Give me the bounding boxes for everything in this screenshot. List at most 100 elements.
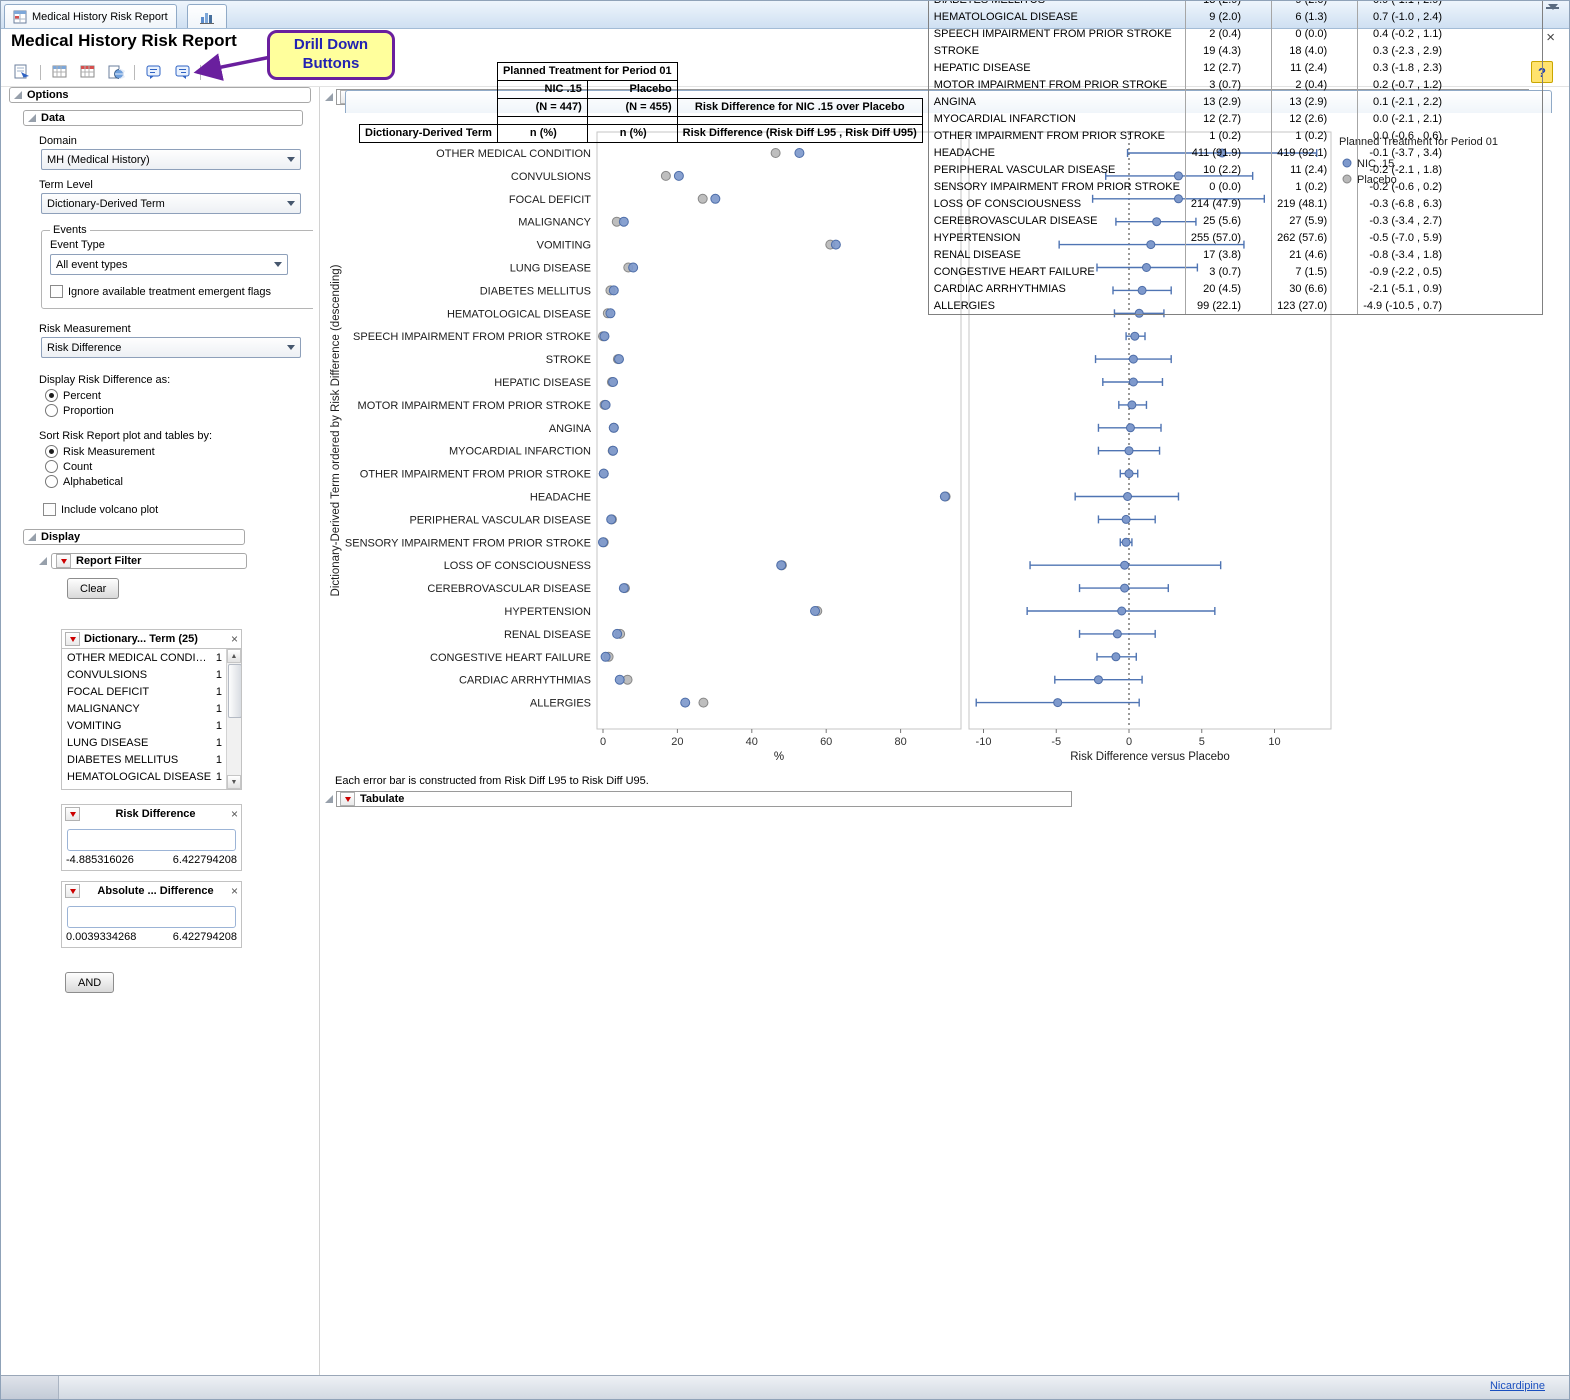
collapse-triangle-icon[interactable] [325,93,333,101]
nic-point[interactable] [795,149,804,158]
nic-point[interactable] [619,584,628,593]
nic-point[interactable] [615,675,624,684]
table-row[interactable]: HEMATOLOGICAL DISEASE9 (2.0)6 (1.3)0.7 (… [928,8,1542,25]
risk-diff-point[interactable] [1126,424,1134,432]
nic-point[interactable] [613,629,622,638]
radio-count[interactable]: Count [45,459,313,474]
event-type-select[interactable]: All event types [50,254,288,275]
table-row[interactable]: DIABETES MELLITUS13 (2.9)9 (2.0)0.9 (-1.… [928,0,1542,8]
nic-point[interactable] [811,607,820,616]
filter-list-item[interactable]: VOMITING1 [62,717,226,734]
volcano-checkbox-row[interactable]: Include volcano plot [43,502,313,517]
collapse-triangle-icon[interactable] [39,557,47,565]
checkbox-icon[interactable] [43,503,56,516]
risk-measurement-select[interactable]: Risk Difference [41,337,301,358]
filter-list-item[interactable]: DIABETES MELLITUS1 [62,751,226,768]
nic-point[interactable] [606,309,615,318]
filter-list-item[interactable]: MALIGNANCY1 [62,700,226,717]
collapse-triangle-icon[interactable] [325,795,333,803]
red-triangle-menu-icon[interactable] [56,554,71,568]
table-row[interactable]: RENAL DISEASE17 (3.8)21 (4.6)-0.8 (-3.4 … [928,246,1542,263]
table-row[interactable]: HEPATIC DISEASE12 (2.7)11 (2.4)0.3 (-1.8… [928,59,1542,76]
tab-medical-history-risk-report[interactable]: Medical History Risk Report [4,4,177,28]
collapse-triangle-icon[interactable] [14,91,22,99]
table-row[interactable]: ALLERGIES99 (22.1)123 (27.0)-4.9 (-10.5 … [928,297,1542,315]
risk-diff-point[interactable] [1121,584,1129,592]
placebo-point[interactable] [661,171,670,180]
nic-point[interactable] [629,263,638,272]
nic-point[interactable] [609,446,618,455]
summary-table-button[interactable] [75,60,100,84]
table-row[interactable]: HEADACHE411 (91.9)419 (92.1)-0.1 (-3.7 ,… [928,144,1542,161]
nic-point[interactable] [940,492,949,501]
and-button[interactable]: AND [65,972,114,993]
nic-point[interactable] [607,515,616,524]
red-triangle-menu-icon[interactable] [340,792,355,806]
nic-point[interactable] [674,171,683,180]
risk-diff-point[interactable] [1122,515,1130,523]
nic-point[interactable] [777,561,786,570]
table-row[interactable]: SENSORY IMPAIRMENT FROM PRIOR STROKE0 (0… [928,178,1542,195]
new-report-button[interactable] [9,60,34,84]
table-row[interactable]: CARDIAC ARRHYTHMIAS20 (4.5)30 (6.6)-2.1 … [928,280,1542,297]
nic-point[interactable] [601,652,610,661]
ignore-flags-checkbox-row[interactable]: Ignore available treatment emergent flag… [50,284,308,299]
table-row[interactable]: STROKE19 (4.3)18 (4.0)0.3 (-2.3 , 2.9) [928,42,1542,59]
table-row[interactable]: SPEECH IMPAIRMENT FROM PRIOR STROKE2 (0.… [928,25,1542,42]
nic-point[interactable] [711,194,720,203]
journal-button[interactable] [103,60,128,84]
risk-diff-point[interactable] [1122,538,1130,546]
nic-point[interactable] [600,332,609,341]
table-row[interactable]: OTHER IMPAIRMENT FROM PRIOR STROKE1 (0.2… [928,127,1542,144]
red-triangle-menu-icon[interactable] [65,884,80,898]
range-slider[interactable] [67,906,236,928]
range-slider[interactable] [67,829,236,851]
nic-point[interactable] [609,423,618,432]
radio-icon[interactable] [45,460,58,473]
risk-diff-point[interactable] [1094,676,1102,684]
risk-diff-point[interactable] [1129,378,1137,386]
risk-diff-point[interactable] [1112,653,1120,661]
checkbox-icon[interactable] [50,285,63,298]
comment-back-button[interactable] [141,60,166,84]
risk-diff-point[interactable] [1125,470,1133,478]
clear-button[interactable]: Clear [67,578,119,599]
radio-icon[interactable] [45,404,58,417]
radio-icon[interactable] [45,475,58,488]
close-filter-icon[interactable]: × [231,809,238,819]
nic-point[interactable] [601,400,610,409]
filter-list-item[interactable]: FOCAL DEFICIT1 [62,683,226,700]
risk-diff-point[interactable] [1124,493,1132,501]
filter-list-item[interactable]: LUNG DISEASE1 [62,734,226,751]
placebo-point[interactable] [698,194,707,203]
nic-point[interactable] [609,378,618,387]
red-triangle-menu-icon[interactable] [65,807,80,821]
nic-point[interactable] [609,286,618,295]
radio-percent[interactable]: Percent [45,388,313,403]
nic-point[interactable] [599,538,608,547]
nic-point[interactable] [619,217,628,226]
filter-list-item[interactable]: CONVULSIONS1 [62,666,226,683]
tab-chart[interactable] [187,4,227,28]
risk-diff-point[interactable] [1121,561,1129,569]
scrollbar-thumb[interactable] [228,664,241,718]
table-row[interactable]: CONGESTIVE HEART FAILURE3 (0.7)7 (1.5)-0… [928,263,1542,280]
risk-diff-point[interactable] [1131,332,1139,340]
table-row[interactable]: PERIPHERAL VASCULAR DISEASE10 (2.2)11 (2… [928,161,1542,178]
close-icon[interactable]: × [1546,29,1555,46]
table-row[interactable]: MOTOR IMPAIRMENT FROM PRIOR STROKE3 (0.7… [928,76,1542,93]
tab-list-icon[interactable] [1546,7,1559,22]
close-filter-icon[interactable]: × [231,634,238,644]
filter-list-item[interactable]: HEMATOLOGICAL DISEASE1 [62,768,226,785]
term-level-select[interactable]: Dictionary-Derived Term [41,193,301,214]
table-row[interactable]: LOSS OF CONSCIOUSNESS214 (47.9)219 (48.1… [928,195,1542,212]
table-row[interactable]: CEREBROVASCULAR DISEASE25 (5.6)27 (5.9)-… [928,212,1542,229]
risk-diff-point[interactable] [1054,699,1062,707]
placebo-point[interactable] [771,149,780,158]
filter-list-item[interactable]: OTHER MEDICAL CONDITI...1 [62,649,226,666]
radio-alphabetical[interactable]: Alphabetical [45,474,313,489]
nic-point[interactable] [831,240,840,249]
red-triangle-menu-icon[interactable] [65,632,80,646]
study-link[interactable]: Nicardipine [1490,1380,1545,1392]
radio-icon[interactable] [45,389,58,402]
